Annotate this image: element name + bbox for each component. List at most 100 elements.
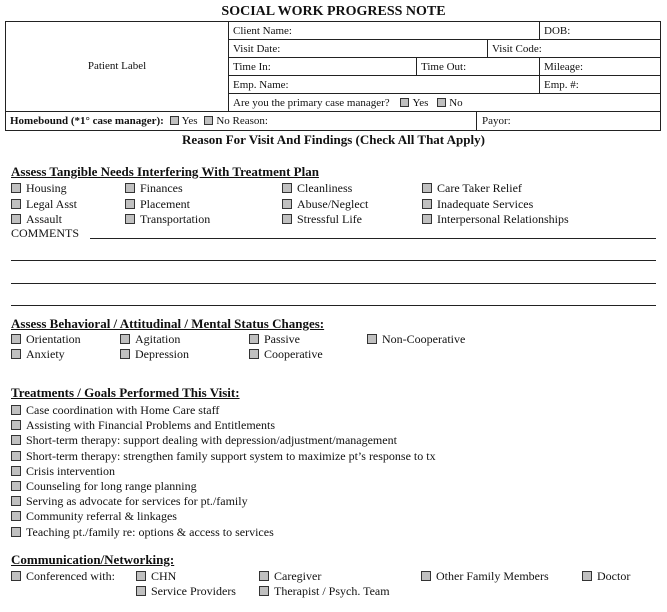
dob-field[interactable]: DOB: [544,24,570,38]
time-out-field[interactable]: Time Out: [421,60,466,74]
primary-cm-no-checkbox[interactable] [437,98,447,107]
behavioral-item[interactable]: Non-Cooperative [367,332,465,346]
emp-number-field[interactable]: Emp. #: [544,78,579,92]
checkbox[interactable] [120,334,130,344]
checkbox[interactable] [11,496,21,507]
communication-item[interactable]: Caregiver [259,569,321,583]
emp-name-field[interactable]: Emp. Name: [233,78,289,92]
treatment-item[interactable]: Short-term therapy: support dealing with… [11,433,397,447]
treatment-item[interactable]: Counseling for long range planning [11,479,197,493]
comments-line[interactable] [90,238,656,239]
checkbox[interactable] [136,586,146,596]
checkbox[interactable] [249,349,259,359]
checkbox[interactable] [282,198,292,209]
comments-line[interactable] [11,260,656,261]
communication-heading: Communication/Networking: [11,552,175,567]
treatment-item[interactable]: Community referral & linkages [11,509,177,523]
treatment-item[interactable]: Short-term therapy: strengthen family su… [11,449,436,463]
checkbox[interactable] [11,214,21,224]
tangible-item[interactable]: Cleanliness [282,181,352,195]
checkbox[interactable] [11,198,21,209]
treatment-item[interactable]: Crisis intervention [11,464,115,478]
checkbox[interactable] [422,214,432,224]
mileage-field[interactable]: Mileage: [544,60,583,74]
checkbox[interactable] [367,334,377,344]
checkbox[interactable] [282,183,292,193]
checkbox-label: Legal Asst [26,196,77,211]
treatment-item[interactable]: Case coordination with Home Care staff [11,403,219,417]
checkbox[interactable] [120,349,130,359]
tangible-item[interactable]: Placement [125,197,190,211]
time-in-field[interactable]: Time In: [233,60,271,74]
no-reason-field[interactable]: No Reason: [216,115,268,127]
checkbox[interactable] [249,334,259,344]
communication-item[interactable]: Doctor [582,569,630,583]
checkbox-label: Counseling for long range planning [26,479,197,493]
behavioral-item[interactable]: Orientation [11,332,81,346]
primary-cm-yes-checkbox[interactable] [400,98,410,107]
checkbox[interactable] [422,198,432,209]
behavioral-heading: Assess Behavioral / Attitudinal / Mental… [11,316,325,331]
checkbox[interactable] [11,334,21,344]
checkbox-label: Conferenced with: [26,569,115,583]
behavioral-item[interactable]: Depression [120,347,189,361]
checkbox[interactable] [125,198,135,209]
visit-code-field[interactable]: Visit Code: [492,42,542,56]
checkbox[interactable] [582,571,592,581]
communication-item[interactable]: CHN [136,569,176,583]
behavioral-item[interactable]: Anxiety [11,347,65,361]
checkbox-label: Finances [140,181,183,195]
visit-date-field[interactable]: Visit Date: [233,42,280,56]
checkbox[interactable] [125,214,135,224]
tangible-item[interactable]: Housing [11,181,67,195]
tangible-item[interactable]: Care Taker Relief [422,181,522,195]
checkbox[interactable] [422,183,432,193]
homebound-yes-checkbox[interactable] [169,116,179,125]
tangible-item[interactable]: Assault [11,212,62,226]
checkbox[interactable] [11,571,21,581]
checkbox[interactable] [11,465,21,476]
communication-item[interactable]: Other Family Members [421,569,549,583]
checkbox[interactable] [11,405,21,415]
checkbox[interactable] [11,349,21,359]
checkbox[interactable] [11,183,21,193]
payor-field[interactable]: Payor: [482,114,511,128]
homebound-no-checkbox[interactable] [204,116,214,125]
tangible-item[interactable]: Transportation [125,212,210,226]
checkbox[interactable] [421,571,431,581]
checkbox[interactable] [259,571,269,581]
checkbox[interactable] [136,571,146,581]
behavioral-item[interactable]: Passive [249,332,300,346]
communication-item[interactable]: Therapist / Psych. Team [259,584,390,598]
communication-item[interactable]: Service Providers [136,584,236,598]
checkbox[interactable] [11,450,21,461]
checkbox[interactable] [282,214,292,224]
conferenced-with-item[interactable]: Conferenced with: [11,569,115,583]
checkbox-label: Case coordination with Home Care staff [26,403,220,417]
tangible-item[interactable]: Legal Asst [11,197,77,211]
checkbox[interactable] [11,481,21,491]
checkbox[interactable] [11,420,21,431]
treatment-item[interactable]: Serving as advocate for services for pt.… [11,494,248,508]
treatment-item[interactable]: Teaching pt./family re: options & access… [11,525,274,539]
checkbox[interactable] [11,511,21,522]
checkbox-label: Crisis intervention [26,463,115,478]
checkbox[interactable] [11,435,21,446]
tangible-item[interactable]: Stressful Life [282,212,362,226]
checkbox-label: Abuse/Neglect [297,196,369,211]
behavioral-item[interactable]: Agitation [120,332,180,346]
tangible-item[interactable]: Inadequate Services [422,197,533,211]
yes-label: Yes [181,115,198,127]
checkbox[interactable] [259,586,269,596]
checkbox-label: Caregiver [274,569,322,583]
checkbox[interactable] [11,526,21,537]
comments-line[interactable] [11,283,656,284]
tangible-item[interactable]: Abuse/Neglect [282,197,368,211]
checkbox[interactable] [125,183,135,193]
behavioral-item[interactable]: Cooperative [249,347,323,361]
tangible-item[interactable]: Interpersonal Relationships [422,212,569,226]
tangible-item[interactable]: Finances [125,181,183,195]
treatment-item[interactable]: Assisting with Financial Problems and En… [11,418,275,432]
comments-line[interactable] [11,305,656,306]
client-name-field[interactable]: Client Name: [233,24,292,38]
